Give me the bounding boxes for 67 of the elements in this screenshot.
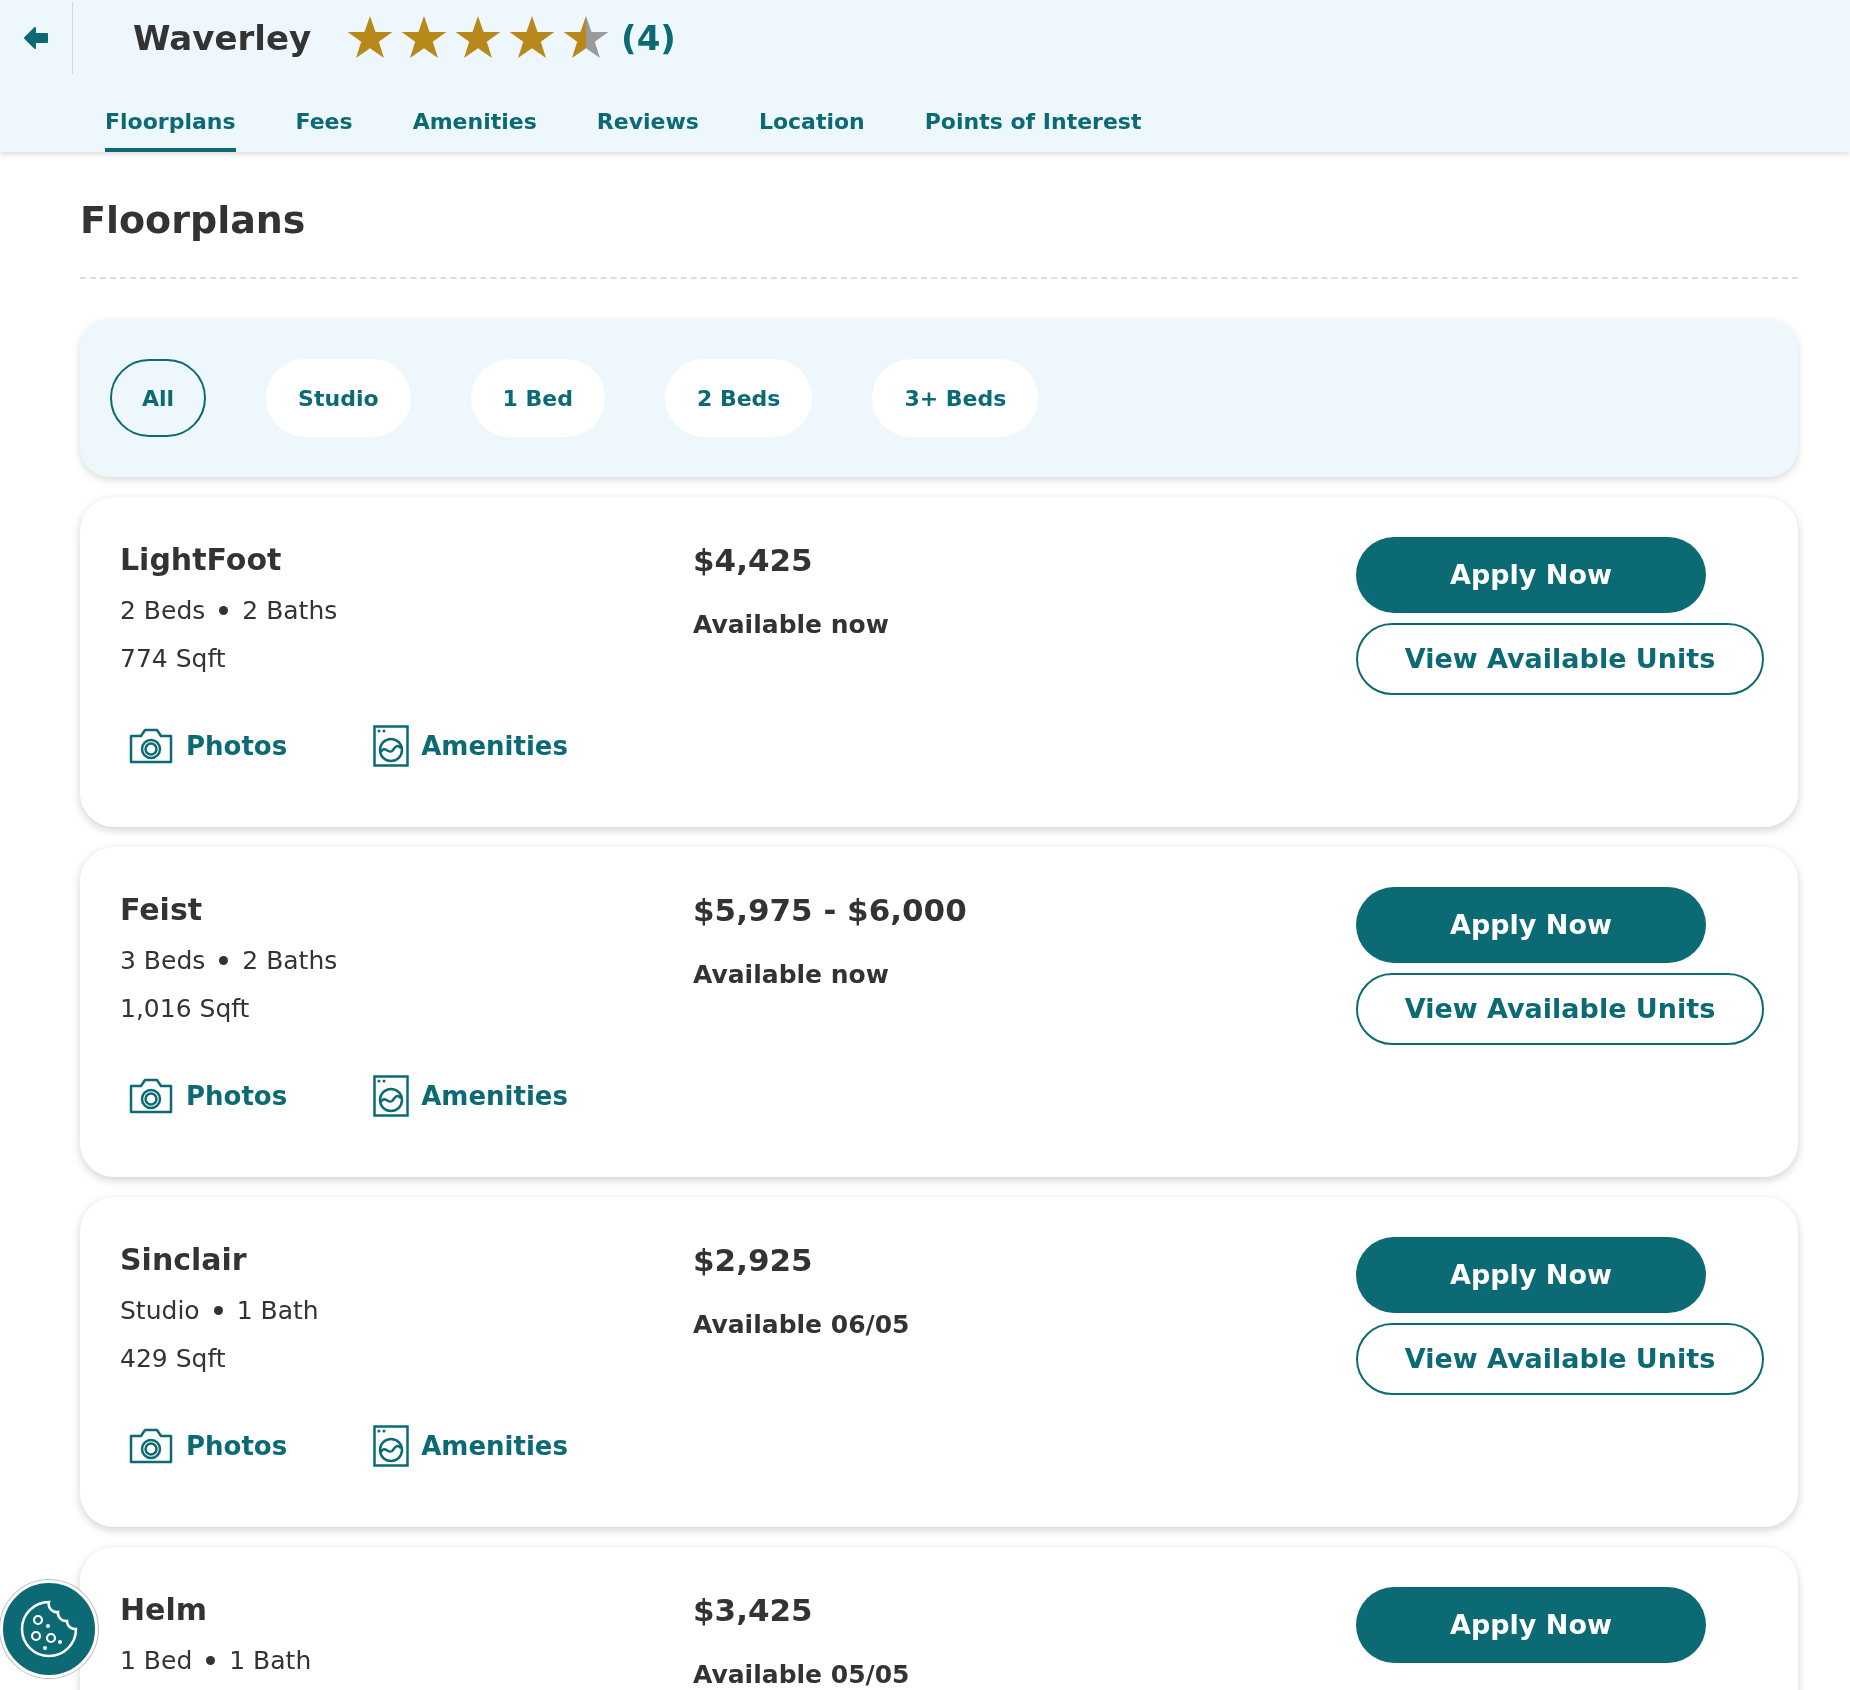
nav-tab[interactable]: Location [758, 105, 865, 152]
star-icon [347, 16, 394, 60]
separator-dot [206, 1656, 216, 1666]
amenities-link[interactable]: Amenities [373, 1425, 568, 1467]
star-icon [401, 16, 448, 60]
camera-icon [128, 1077, 174, 1115]
bed-count: 2 Beds [120, 595, 206, 627]
availability: Available 05/05 [693, 1658, 911, 1690]
view-units-button[interactable]: View Available Units [1356, 1323, 1764, 1395]
floorplan-name: Sinclair [120, 1241, 248, 1279]
photos-link[interactable]: Photos [128, 1075, 288, 1117]
bath-count: 2 Baths [242, 945, 338, 977]
nav-tab[interactable]: Points of Interest [924, 105, 1142, 152]
photos-link[interactable]: Photos [128, 725, 288, 767]
photos-link[interactable]: Photos [128, 1425, 288, 1467]
filter-pill[interactable]: 1 Bed [470, 359, 605, 437]
cookie-icon [18, 1598, 80, 1660]
washing-machine-icon [373, 1425, 410, 1467]
apply-now-button[interactable]: Apply Now [1356, 1237, 1706, 1313]
price: $4,425 [693, 541, 814, 580]
bath-count: 2 Baths [242, 595, 338, 627]
filter-pill[interactable]: 2 Beds [664, 359, 813, 437]
bath-count: 1 Bath [236, 1295, 319, 1327]
amenities-link[interactable]: Amenities [373, 1075, 568, 1117]
bed-count: Studio [120, 1295, 200, 1327]
amenities-link[interactable]: Amenities [373, 725, 568, 767]
floorplan-name: Helm [120, 1591, 208, 1629]
price: $5,975 - $6,000 [693, 891, 968, 930]
floorplan-name: Feist [120, 891, 204, 929]
apply-now-button[interactable]: Apply Now [1356, 1587, 1706, 1663]
availability: Available now [693, 958, 890, 991]
price: $3,425 [693, 1591, 814, 1630]
nav-tab[interactable]: Floorplans [105, 105, 236, 152]
camera-icon [128, 727, 174, 765]
separator-dot [219, 606, 229, 616]
view-units-button[interactable]: View Available Units [1356, 973, 1764, 1045]
apply-now-button[interactable]: Apply Now [1356, 887, 1706, 963]
nav-tab[interactable]: Fees [295, 105, 353, 152]
view-units-button[interactable]: View Available Units [1356, 623, 1764, 695]
floorplan-name: LightFoot [120, 541, 283, 579]
square-footage: 429 Sqft [120, 1342, 227, 1375]
separator-dot [213, 1306, 223, 1316]
separator-dot [219, 956, 229, 966]
camera-icon [128, 1427, 174, 1465]
section-heading: Floorplans [80, 197, 307, 244]
bath-count: 1 Bath [229, 1645, 312, 1677]
star-icon [455, 16, 502, 60]
back-arrow-icon [23, 26, 49, 50]
star-icon [509, 16, 556, 60]
nav-tab[interactable]: Amenities [412, 105, 537, 152]
star-icon [563, 16, 610, 60]
nav-tab[interactable]: Reviews [596, 105, 699, 152]
apply-now-button[interactable]: Apply Now [1356, 537, 1706, 613]
price: $2,925 [693, 1241, 814, 1280]
review-count: (4) [621, 16, 676, 60]
filter-pill[interactable]: Studio [266, 359, 411, 437]
availability: Available now [693, 608, 890, 641]
washing-machine-icon [373, 725, 410, 767]
property-title: Waverley [133, 16, 312, 60]
filter-pill[interactable]: 3+ Beds [872, 359, 1039, 437]
square-footage: 1,016 Sqft [120, 992, 251, 1025]
washing-machine-icon [373, 1075, 410, 1117]
filter-pill[interactable]: All [110, 359, 207, 437]
availability: Available 06/05 [693, 1308, 911, 1341]
square-footage: 774 Sqft [120, 642, 227, 675]
bed-count: 3 Beds [120, 945, 206, 977]
bed-count: 1 Bed [120, 1645, 193, 1677]
